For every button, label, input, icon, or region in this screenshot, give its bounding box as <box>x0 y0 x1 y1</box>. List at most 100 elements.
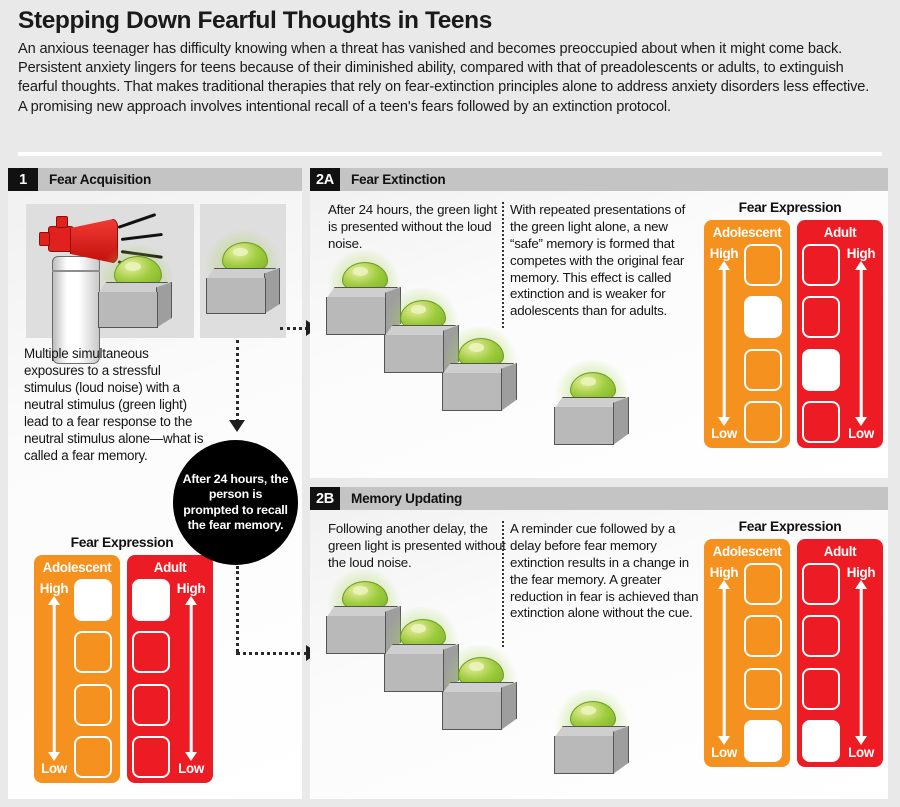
panel1-number: 1 <box>8 168 38 191</box>
chart2a-boxes-adolescent <box>744 240 788 448</box>
scale-low-label: Low <box>848 426 874 441</box>
scale-low-label: Low <box>711 426 737 441</box>
fear-level-box <box>132 735 170 778</box>
pedestal-front <box>206 278 266 314</box>
panel2a-left-text: After 24 hours, the green light is prese… <box>328 202 497 251</box>
panel1-header: 1 Fear Acquisition <box>8 168 302 191</box>
chart1-column-adolescent: Adolescent High Low <box>34 555 120 783</box>
scale-arrow-icon <box>183 596 199 761</box>
chart1-boxes-adolescent <box>74 575 118 783</box>
chart2a-boxes-adult <box>797 240 841 448</box>
pedestal-side <box>613 726 629 774</box>
scale-arrow-icon <box>853 580 869 745</box>
chart1-column-adult: Adult High Low <box>127 555 213 783</box>
after-24-hours-callout: After 24 hours, the person is prompted t… <box>173 440 298 565</box>
pedestal-with-green-light <box>202 230 284 330</box>
step-pedestal-3 <box>440 645 540 733</box>
scale-high-label: High <box>176 581 206 596</box>
chart2b-scale-adult: High Low <box>841 559 881 767</box>
scale-high-label: High <box>709 246 739 261</box>
fear-expression-chart-2a: Fear Expression Adolescent High Low Adul… <box>692 200 888 462</box>
pedestal-front <box>326 297 386 335</box>
panel-fear-extinction: 2A Fear Extinction After 24 hours, the g… <box>310 168 888 478</box>
chart2a-title: Fear Expression <box>738 200 842 215</box>
chart1-scale-adult: High Low <box>171 575 211 783</box>
connector-p1-to-p2a <box>280 327 308 330</box>
scale-arrow-icon <box>853 261 869 426</box>
scale-arrow-icon <box>716 261 732 426</box>
fear-level-box <box>744 244 782 286</box>
panel2b-left-text: Following another delay, the green light… <box>328 521 506 570</box>
pedestal-side <box>613 397 629 445</box>
panel2b-right-text: A reminder cue followed by a delay befor… <box>510 521 699 621</box>
step-pedestal-final <box>552 360 652 448</box>
header-divider <box>18 152 882 156</box>
fear-level-box <box>132 631 170 674</box>
chart2a-column-adult: Adult High Low <box>797 220 883 448</box>
fear-level-box <box>802 615 840 658</box>
pedestal-front <box>442 373 502 411</box>
fear-expression-chart-2b: Fear Expression Adolescent High Low Adul… <box>692 519 888 781</box>
fear-level-box <box>744 615 782 658</box>
pedestal-side <box>501 363 517 411</box>
intro-paragraph: An anxious teenager has difficulty knowi… <box>18 40 870 115</box>
sound-ray <box>120 232 163 242</box>
panel2b-title: Memory Updating <box>351 491 463 506</box>
header: Stepping Down Fearful Thoughts in Teens … <box>18 7 882 117</box>
fear-level-box <box>744 563 782 605</box>
fear-level-box <box>802 296 840 339</box>
fear-level-box <box>802 667 840 710</box>
pedestal-side <box>156 282 172 328</box>
chart2a-scale-adolescent: High Low <box>704 240 744 448</box>
pedestal-front <box>554 736 614 774</box>
panel1-caption: Multiple simultaneous exposures to a str… <box>24 346 204 463</box>
fear-level-box <box>744 296 782 339</box>
panel2b-header: 2B Memory Updating <box>310 487 888 510</box>
step-pedestal-final <box>552 689 652 777</box>
fear-level-box <box>802 400 840 443</box>
chart2b-column-adult: Adult High Low <box>797 539 883 767</box>
pedestal-front <box>98 292 158 328</box>
scale-arrow-icon <box>46 596 62 761</box>
scale-low-label: Low <box>41 761 67 776</box>
fear-level-box <box>132 579 170 621</box>
pedestal-side <box>501 682 517 730</box>
fear-level-box <box>132 683 170 726</box>
horn-stub <box>56 216 68 228</box>
panel2b-text-divider <box>502 521 504 647</box>
pedestal-front <box>326 616 386 654</box>
scale-high-label: High <box>709 565 739 580</box>
panel2a-number: 2A <box>310 168 340 191</box>
panel1-image-pairing <box>26 204 194 364</box>
fear-level-box <box>802 563 840 605</box>
pedestal-front <box>384 335 444 373</box>
pedestal-front <box>554 407 614 445</box>
scale-high-label: High <box>39 581 69 596</box>
infographic-root: Stepping Down Fearful Thoughts in Teens … <box>0 0 900 807</box>
panel1-image-light-alone <box>200 204 286 338</box>
fear-level-box <box>802 244 840 286</box>
chart1-label-adult: Adult <box>153 560 187 575</box>
fear-level-box <box>74 735 112 778</box>
connector-circle-down <box>236 566 239 652</box>
fear-level-box <box>744 400 782 443</box>
scale-arrow-icon <box>716 580 732 745</box>
step-pedestal-3 <box>440 326 540 414</box>
panel2a-header: 2A Fear Extinction <box>310 168 888 191</box>
horn-knob <box>39 232 50 246</box>
chart2b-boxes-adolescent <box>744 559 788 767</box>
panel2a-text-divider <box>502 202 504 328</box>
fear-level-box <box>744 348 782 391</box>
pedestal-with-green-light <box>94 244 194 338</box>
chart1-boxes-adult <box>127 575 171 783</box>
fear-level-box <box>74 631 112 674</box>
panel2a-title: Fear Extinction <box>351 172 446 187</box>
fear-level-box <box>802 348 840 391</box>
chart2a-columns: Adolescent High Low Adult High Low <box>704 220 883 448</box>
connector-arrow-down <box>229 420 245 432</box>
fear-level-box <box>744 667 782 710</box>
fear-expression-chart-1: Fear Expression Adolescent High Low Adul… <box>22 535 222 787</box>
scale-high-label: High <box>846 565 876 580</box>
connector-to-p2b <box>236 652 308 655</box>
chart1-scale-adolescent: High Low <box>34 575 74 783</box>
